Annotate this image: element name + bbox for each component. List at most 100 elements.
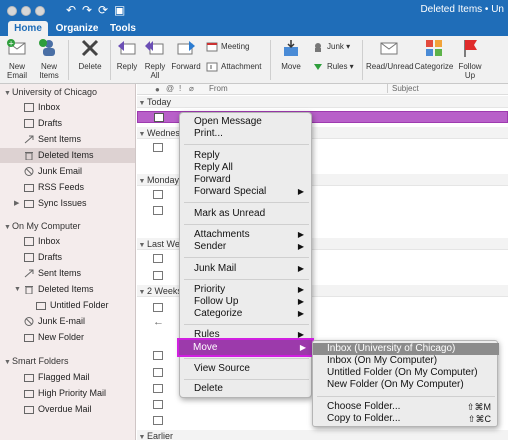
folder-local-deleted-items[interactable]: ▼ Deleted Items [0,282,135,297]
menu-forward[interactable]: Forward [194,174,310,186]
group-header[interactable]: ▼ Earlier [137,430,508,440]
disclosure-triangle-icon: ▼ [138,100,146,107]
rules-icon [314,64,322,70]
menu-delete[interactable]: Delete [194,383,310,395]
submenu-untitled-folder[interactable]: Untitled Folder (On My Computer) [313,367,499,379]
zoom-window-button[interactable] [35,6,45,16]
smart-folders-group[interactable]: ▼Smart Folders [4,356,69,366]
disclosure-triangle-icon[interactable]: ▼ [4,224,12,231]
redo-icon[interactable]: ↷ [82,3,92,17]
disclosure-triangle-icon[interactable]: ▼ [4,90,12,97]
submenu-arrow-icon: ▶ [297,285,304,294]
forward-label: Forward [171,62,201,71]
meeting-button[interactable]: Meeting [206,42,249,52]
smart-folder-icon [24,374,34,382]
close-window-button[interactable] [7,6,17,16]
disclosure-triangle-icon[interactable]: ▶ [14,196,19,211]
submenu-new-folder[interactable]: New Folder (On My Computer) [313,379,499,391]
follow-up-button[interactable]: Follow Up [456,38,484,80]
reply-button[interactable]: Reply [114,38,140,71]
attachment-column-icon[interactable]: ⌀ [189,84,194,93]
account-university-of-chicago[interactable]: ▼University of Chicago [4,87,97,97]
menu-open-message[interactable]: Open Message [194,116,310,128]
submenu-inbox-university[interactable]: Inbox (University of Chicago) [313,343,499,355]
account-label: On My Computer [12,221,81,231]
inbox-icon [24,103,34,112]
tab-tools[interactable]: Tools [106,21,140,36]
folder-local-inbox[interactable]: Inbox [0,234,135,249]
menu-reply[interactable]: Reply [194,150,310,162]
menu-forward-special[interactable]: Forward Special ▶ [194,186,310,198]
categorize-button[interactable]: Categorize [414,38,454,71]
menu-reply-all[interactable]: Reply All [194,162,310,174]
folder-local-sent-items[interactable]: Sent Items [0,266,135,281]
menu-junk-mail[interactable]: Junk Mail ▶ [194,263,310,275]
drafts-icon [24,253,34,262]
submenu-copy-to-folder[interactable]: Copy to Folder... ⇧⌘C [313,413,499,425]
folder-junk-e-mail[interactable]: Junk E-mail [0,314,135,329]
folder-rss-feeds[interactable]: RSS Feeds [0,180,135,195]
disclosure-triangle-icon[interactable]: ▼ [4,359,12,366]
junk-button[interactable]: Junk ▾ [312,42,350,52]
mention-column-icon[interactable]: @ [166,84,174,93]
customize-icon[interactable]: ▣ [114,3,125,17]
categorize-label: Categorize [414,62,454,71]
folder-local-drafts[interactable]: Drafts [0,250,135,265]
message-icon [153,400,163,409]
window-title: Deleted Items • Un [420,4,504,15]
folder-junk-email[interactable]: Junk Email [0,164,135,179]
delete-button[interactable]: Delete [76,38,104,71]
rules-button[interactable]: Rules ▾ [312,62,354,72]
column-subject[interactable]: Subject [392,84,419,93]
folder-icon [24,334,34,342]
menu-attachments[interactable]: Attachments ▶ [194,229,310,241]
sync-icon[interactable]: ⟳ [98,3,108,17]
submenu-inbox-local[interactable]: Inbox (On My Computer) [313,355,499,367]
menu-follow-up[interactable]: Follow Up ▶ [194,296,310,308]
column-from[interactable]: From [209,84,228,93]
menu-move[interactable]: Move ▶ [177,338,314,357]
junk-icon [24,317,34,326]
new-email-button[interactable]: + New Email [4,38,30,80]
move-button[interactable]: Move [278,38,304,71]
menu-mark-as-unread[interactable]: Mark as Unread [194,208,310,220]
disclosure-triangle-icon: ▼ [138,289,146,296]
group-header[interactable]: ▼ Today [137,96,508,108]
account-on-my-computer[interactable]: ▼On My Computer [4,221,81,231]
menu-sender[interactable]: Sender ▶ [194,241,310,253]
tab-home[interactable]: Home [8,21,48,36]
folder-sync-issues[interactable]: ▶ Sync Issues [0,196,135,211]
minimize-window-button[interactable] [21,6,31,16]
categorize-icon [426,40,442,56]
disclosure-triangle-icon[interactable]: ▼ [14,282,21,297]
folder-untitled-folder[interactable]: Untitled Folder [0,298,135,313]
forward-button[interactable]: Forward [170,38,202,71]
read-unread-button[interactable]: Read/Unread [366,38,414,71]
menu-view-source[interactable]: View Source [194,363,310,375]
menu-categorize[interactable]: Categorize ▶ [194,308,310,320]
new-items-button[interactable]: New Items [34,38,64,80]
folder-flagged-mail[interactable]: Flagged Mail [0,370,135,385]
folder-drafts[interactable]: Drafts [0,116,135,131]
folder-overdue-mail[interactable]: Overdue Mail [0,402,135,417]
folder-sent-items[interactable]: Sent Items [0,132,135,147]
disclosure-triangle-icon: ▼ [138,131,146,138]
inbox-icon [24,237,34,246]
ribbon: + New Email New Items Delete Reply Reply… [0,36,508,84]
folder-high-priority-mail[interactable]: High Priority Mail [0,386,135,401]
folder-deleted-items[interactable]: Deleted Items [0,148,135,163]
priority-column-icon[interactable]: ! [179,84,181,93]
tab-organize[interactable]: Organize [54,21,100,36]
menu-priority[interactable]: Priority ▶ [194,284,310,296]
status-column-icon[interactable]: ● [155,85,160,94]
reply-all-button[interactable]: Reply All [142,38,168,80]
submenu-arrow-icon: ▶ [297,264,304,273]
move-label: Move [281,62,301,71]
drafts-icon [24,119,34,128]
undo-icon[interactable]: ↶ [66,3,76,17]
menu-print[interactable]: Print... [194,128,310,140]
folder-new-folder[interactable]: New Folder [0,330,135,345]
attachment-button[interactable]: Attachment [206,62,261,72]
folder-inbox[interactable]: Inbox [0,100,135,115]
submenu-choose-folder[interactable]: Choose Folder... ⇧⌘M [313,401,499,413]
